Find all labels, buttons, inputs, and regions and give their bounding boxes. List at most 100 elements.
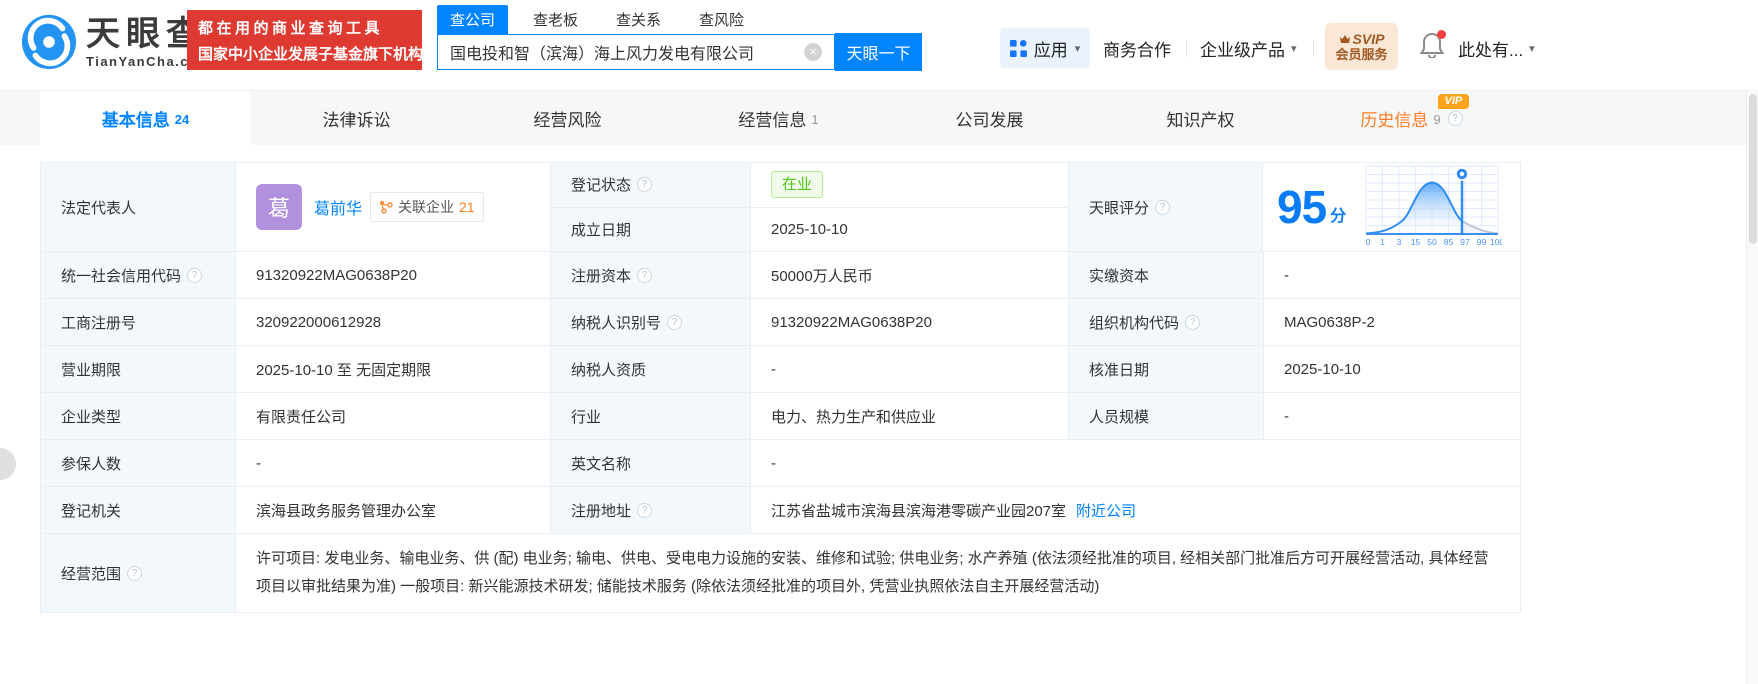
search-button[interactable]: 天眼一下 (835, 33, 922, 71)
credit-code-label: 统一社会信用代码 (41, 252, 236, 298)
apps-grid-icon (1010, 40, 1027, 57)
svg-text:1: 1 (1380, 237, 1385, 247)
business-reg-number-label: 工商注册号 (41, 299, 236, 345)
help-icon[interactable] (1185, 315, 1200, 330)
business-term-label: 营业期限 (41, 346, 236, 392)
nearby-companies-link[interactable]: 附近公司 (1076, 500, 1136, 521)
chevron-down-icon (1529, 42, 1535, 55)
credit-code-value: 91320922MAG0638P20 (236, 252, 551, 298)
company-section-tabs: 基本信息 24 法律诉讼 经营风险 经营信息 1 公司发展 知识产权 VIP 历… (0, 90, 1758, 145)
avatar[interactable]: 葛 (256, 184, 302, 230)
svg-text:100: 100 (1490, 237, 1502, 247)
scrollbar-thumb[interactable] (1749, 94, 1757, 244)
table-row: 营业期限 2025-10-10 至 无固定期限 纳税人资质 - 核准日期 202… (41, 346, 1520, 393)
enterprise-products-menu[interactable]: 企业级产品 (1200, 28, 1297, 68)
svip-member-button[interactable]: SVIP 会员服务 (1325, 23, 1398, 70)
clear-search-icon[interactable] (804, 43, 822, 61)
svg-text:0: 0 (1366, 237, 1371, 247)
legal-rep-label: 法定代表人 (41, 163, 236, 251)
tab-company-development[interactable]: 公司发展 (884, 91, 1095, 145)
user-account-menu[interactable]: 此处有... (1458, 36, 1535, 61)
score-cell[interactable]: 95 分 (1263, 163, 1520, 251)
legal-rep-name-link[interactable]: 葛前华 (314, 195, 362, 219)
help-icon[interactable] (637, 503, 652, 518)
promo-banner-line2: 国家中小企业发展子基金旗下机构 (198, 43, 411, 64)
table-row: 法定代表人 葛 葛前华 关联企业 21 登记状态 在业 (41, 163, 1520, 252)
industry-label: 行业 (551, 393, 751, 439)
help-icon[interactable] (127, 566, 142, 581)
help-icon[interactable] (1155, 200, 1170, 215)
org-code-label: 组织机构代码 (1069, 299, 1264, 345)
status-badge: 在业 (771, 171, 823, 198)
related-companies-count: 21 (459, 199, 475, 215)
tab-intellectual-property[interactable]: 知识产权 (1095, 91, 1306, 145)
approval-date-value: 2025-10-10 (1264, 346, 1520, 392)
tab-count: 24 (175, 112, 189, 127)
tab-operation-info[interactable]: 经营信息 1 (673, 91, 884, 145)
vip-badge: VIP (1438, 94, 1470, 109)
tab-operation-risk[interactable]: 经营风险 (462, 91, 673, 145)
staff-size-label: 人员规模 (1069, 393, 1264, 439)
registration-authority-value: 滨海县政务服务管理办公室 (236, 487, 551, 533)
tianyancha-logo-icon (20, 13, 78, 71)
tab-label: 基本信息 (102, 106, 170, 131)
tab-label: 公司发展 (956, 106, 1024, 131)
svip-label-line2: 会员服务 (1335, 47, 1387, 62)
basic-info-table: 法定代表人 葛 葛前华 关联企业 21 登记状态 在业 (40, 162, 1521, 613)
svg-text:3: 3 (1397, 237, 1402, 247)
business-reg-number-value: 320922000612928 (236, 299, 551, 345)
taxpayer-id-label: 纳税人识别号 (551, 299, 751, 345)
search-tab-relation[interactable]: 查关系 (603, 5, 674, 34)
registered-address-value: 江苏省盐城市滨海县滨海港零碳产业园207室 (771, 500, 1066, 521)
legal-rep-cell: 葛 葛前华 关联企业 21 (236, 163, 551, 251)
user-account-label: 此处有... (1458, 36, 1523, 61)
help-icon[interactable] (637, 177, 652, 192)
divider (1186, 40, 1187, 57)
tab-legal-litigation[interactable]: 法律诉讼 (251, 91, 462, 145)
taxpayer-id-value: 91320922MAG0638P20 (751, 299, 1069, 345)
org-code-value: MAG0638P-2 (1264, 299, 1520, 345)
registered-address-cell: 江苏省盐城市滨海县滨海港零碳产业园207室 附近公司 (751, 487, 1520, 533)
search-tab-boss[interactable]: 查老板 (520, 5, 591, 34)
tab-history-info[interactable]: VIP 历史信息 9 (1306, 91, 1517, 145)
side-floating-button[interactable] (0, 448, 16, 480)
score-label: 天眼评分 (1068, 163, 1263, 251)
svg-text:85: 85 (1444, 237, 1454, 247)
table-row: 登记状态 在业 (551, 163, 1069, 208)
help-icon[interactable] (187, 268, 202, 283)
search-tab-company[interactable]: 查公司 (437, 5, 508, 34)
crown-icon (1339, 33, 1351, 45)
help-icon[interactable] (637, 268, 652, 283)
search-tabs: 查公司 查老板 查关系 查风险 (437, 6, 922, 34)
biz-cooperation-link[interactable]: 商务合作 (1103, 28, 1171, 68)
score-distribution-chart: 0 1 3 15 50 85 97 99 100 (1364, 164, 1502, 250)
registration-authority-label: 登记机关 (41, 487, 236, 533)
svg-text:50: 50 (1427, 237, 1437, 247)
search-tab-risk[interactable]: 查风险 (686, 5, 757, 34)
industry-value: 电力、热力生产和供应业 (751, 393, 1069, 439)
tab-label: 经营风险 (534, 106, 602, 131)
search-input-value: 国电投和智（滨海）海上风力发电有限公司 (450, 40, 754, 64)
network-icon (379, 200, 393, 214)
table-row: 成立日期 2025-10-10 (551, 208, 1069, 252)
business-term-value: 2025-10-10 至 无固定期限 (236, 346, 551, 392)
page-scrollbar[interactable] (1746, 90, 1758, 684)
company-type-label: 企业类型 (41, 393, 236, 439)
apps-menu-button[interactable]: 应用 (1000, 28, 1090, 68)
help-icon[interactable] (667, 315, 682, 330)
business-scope-label: 经营范围 (41, 534, 236, 612)
search-input[interactable]: 国电投和智（滨海）海上风力发电有限公司 (437, 34, 835, 70)
score-unit: 分 (1330, 202, 1346, 226)
table-row: 工商注册号 320922000612928 纳税人识别号 91320922MAG… (41, 299, 1520, 346)
search-area: 查公司 查老板 查关系 查风险 国电投和智（滨海）海上风力发电有限公司 天眼一下 (437, 6, 922, 71)
tab-label: 知识产权 (1167, 106, 1235, 131)
tab-basic-info[interactable]: 基本信息 24 (40, 91, 251, 145)
notifications-bell-icon[interactable] (1420, 32, 1446, 60)
registered-capital-value: 50000万人民币 (751, 252, 1069, 298)
help-icon[interactable] (1448, 111, 1463, 126)
tianyancha-logo[interactable]: 天眼查 TianYanCha.com (20, 13, 212, 71)
tab-count: 9 (1433, 112, 1440, 127)
table-row: 参保人数 - 英文名称 - (41, 440, 1520, 487)
chevron-down-icon (1291, 42, 1297, 55)
related-companies-badge[interactable]: 关联企业 21 (370, 192, 484, 222)
